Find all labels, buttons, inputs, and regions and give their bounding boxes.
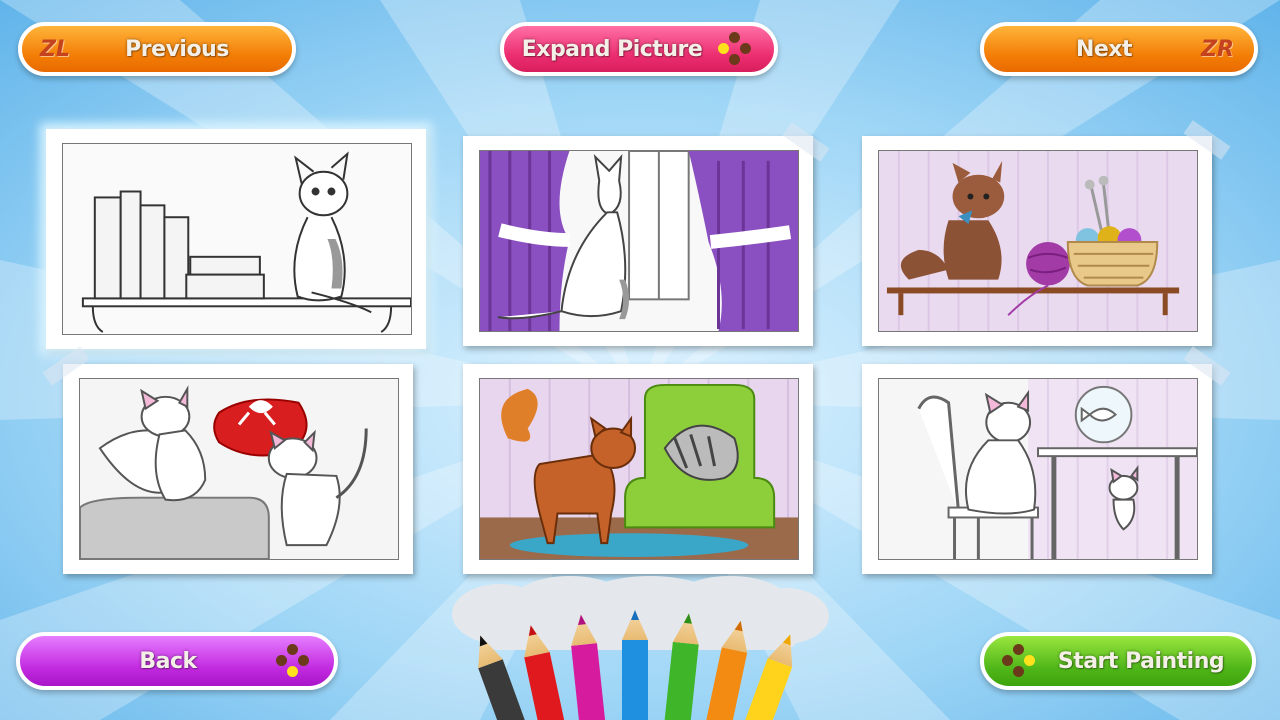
cat-on-bookshelf-image (62, 143, 412, 335)
next-label: Next (1075, 36, 1133, 62)
button-pad-icon (1002, 644, 1036, 678)
next-button[interactable]: Next ZR (980, 22, 1258, 76)
picture-card-yarn[interactable] (862, 120, 1231, 346)
button-pad-icon (718, 32, 752, 66)
picture-card-bookshelf[interactable] (46, 129, 426, 349)
picture-card-window[interactable] (463, 122, 830, 346)
cats-with-pillow-image (79, 378, 399, 560)
cat-by-window-image (479, 150, 799, 332)
picture-card-fishbowl[interactable] (862, 346, 1231, 574)
button-pad-icon (276, 644, 310, 678)
expand-picture-button[interactable]: Expand Picture (500, 22, 778, 76)
picture-card-pillow[interactable] (42, 346, 413, 574)
zl-shoulder-icon: ZL (40, 37, 70, 62)
start-painting-label: Start Painting (1057, 648, 1225, 674)
back-label: Back (139, 648, 197, 674)
kitten-with-yarn-image (878, 150, 1198, 332)
previous-button[interactable]: ZL Previous (18, 22, 296, 76)
start-painting-button[interactable]: Start Painting (980, 632, 1256, 690)
back-button[interactable]: Back (16, 632, 338, 690)
colored-pencils-icon (478, 610, 793, 720)
zr-shoulder-icon: ZR (1201, 37, 1234, 62)
expand-picture-label: Expand Picture (521, 36, 703, 62)
cat-on-chair-image (878, 378, 1198, 560)
cats-in-armchair-image (479, 378, 799, 560)
picture-card-armchair[interactable] (463, 364, 813, 574)
previous-label: Previous (125, 36, 229, 62)
